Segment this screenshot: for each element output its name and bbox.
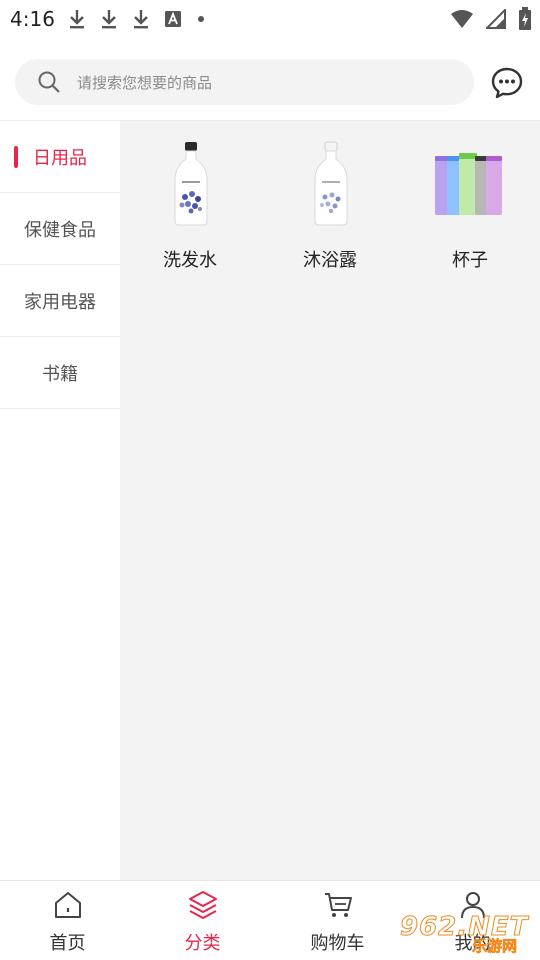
- category-sidebar: 日用品 保健食品 家用电器 书籍: [0, 121, 120, 880]
- sidebar-item-books[interactable]: 书籍: [0, 337, 120, 409]
- search-header: 请搜索您想要的商品: [0, 46, 540, 118]
- home-icon: [54, 892, 81, 918]
- active-indicator: [14, 146, 18, 168]
- sidebar-item-label: 保健食品: [24, 219, 96, 241]
- nav-label: 分类: [184, 933, 221, 954]
- sidebar-item-label: 日用品: [33, 147, 87, 169]
- status-notifications: [68, 6, 206, 32]
- status-bar: 4:16: [0, 0, 540, 38]
- shampoo-bottle-image: [174, 142, 208, 226]
- search-icon: [38, 71, 60, 93]
- search-placeholder: 请搜索您想要的商品: [77, 74, 213, 92]
- chat-bubble-icon[interactable]: [490, 66, 524, 100]
- product-name: 沐浴露: [303, 250, 357, 271]
- search-input[interactable]: 请搜索您想要的商品: [15, 59, 474, 105]
- wifi-icon: [451, 10, 473, 28]
- cart-icon: [324, 893, 352, 917]
- body-wash-bottle-image: [314, 141, 348, 226]
- keyboard-a-icon: [165, 11, 181, 27]
- sidebar-item-health-food[interactable]: 保健食品: [0, 193, 120, 265]
- sidebar-item-label: 家用电器: [24, 291, 96, 313]
- product-grid-area: 洗发水 沐浴露 杯子: [120, 121, 540, 880]
- status-time: 4:16: [10, 7, 55, 31]
- watermark-logo: 962.NET 乐游网: [399, 912, 532, 956]
- product-grid: 洗发水 沐浴露 杯子: [120, 121, 540, 281]
- product-name: 洗发水: [163, 250, 217, 271]
- product-item-shampoo[interactable]: 洗发水: [120, 121, 260, 281]
- download-icon: [70, 10, 84, 29]
- product-item-cups[interactable]: 杯子: [400, 121, 540, 281]
- dot-icon: [198, 16, 204, 22]
- cups-image: [435, 153, 502, 215]
- signal-icon: [486, 9, 506, 29]
- nav-category[interactable]: 分类: [135, 881, 270, 960]
- sidebar-item-appliances[interactable]: 家用电器: [0, 265, 120, 337]
- nav-cart[interactable]: 购物车: [270, 881, 405, 960]
- download-icon: [102, 10, 116, 29]
- sidebar-item-daily-goods[interactable]: 日用品: [0, 121, 120, 193]
- product-name: 杯子: [452, 250, 488, 271]
- download-icon: [134, 10, 148, 29]
- battery-charging-icon: [519, 7, 531, 30]
- nav-label: 购物车: [310, 933, 365, 954]
- sidebar-item-label: 书籍: [42, 363, 78, 385]
- nav-label: 首页: [49, 933, 86, 954]
- nav-home[interactable]: 首页: [0, 881, 135, 960]
- status-system-icons: [450, 6, 532, 32]
- layers-icon: [188, 891, 217, 919]
- watermark-sub: 乐游网: [472, 937, 518, 956]
- product-item-body-wash[interactable]: 沐浴露: [260, 121, 400, 281]
